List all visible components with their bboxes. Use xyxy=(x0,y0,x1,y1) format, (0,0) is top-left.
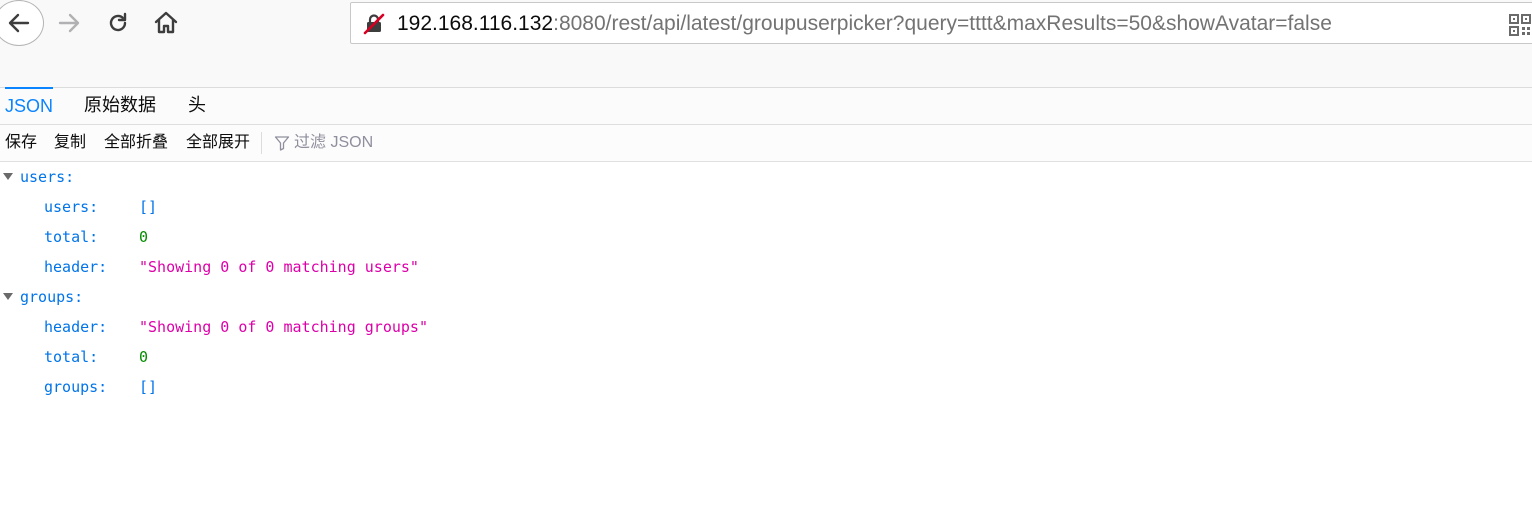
insecure-lock-icon[interactable] xyxy=(363,13,385,35)
url-text[interactable]: 192.168.116.132:8080/rest/api/latest/gro… xyxy=(397,11,1332,37)
json-value: 0 xyxy=(139,228,149,246)
json-key: groups: xyxy=(20,288,84,306)
url-bar[interactable]: 192.168.116.132:8080/rest/api/latest/gro… xyxy=(350,2,1532,44)
home-icon xyxy=(154,11,178,34)
forward-arrow-icon xyxy=(58,13,80,33)
tree-row-users-users[interactable]: users: [] xyxy=(0,192,1532,222)
json-key: groups: xyxy=(44,378,108,396)
tab-raw-data[interactable]: 原始数据 xyxy=(84,88,156,122)
tab-json[interactable]: JSON xyxy=(5,87,54,123)
tree-row-users-total[interactable]: total: 0 xyxy=(0,222,1532,252)
json-value: "Showing 0 of 0 matching users" xyxy=(139,258,419,276)
tab-headers[interactable]: 头 xyxy=(188,88,206,122)
reload-icon xyxy=(109,12,127,32)
toolbar-divider xyxy=(261,132,262,154)
json-toolbar: 保存 复制 全部折叠 全部展开 xyxy=(0,125,1532,162)
expand-toggle-icon[interactable] xyxy=(3,173,13,180)
reload-button[interactable] xyxy=(101,6,135,40)
json-key: total: xyxy=(44,228,99,246)
collapse-all-button[interactable]: 全部折叠 xyxy=(104,125,168,161)
json-value: 0 xyxy=(139,348,149,366)
tree-row-groups-header[interactable]: header: "Showing 0 of 0 matching groups" xyxy=(0,312,1532,342)
tree-row-users-header[interactable]: header: "Showing 0 of 0 matching users" xyxy=(0,252,1532,282)
back-arrow-icon xyxy=(8,13,30,33)
viewer-tabs: JSON 原始数据 头 xyxy=(0,87,1532,125)
home-button[interactable] xyxy=(149,6,183,40)
json-key: users: xyxy=(20,168,75,186)
expand-toggle-icon[interactable] xyxy=(3,293,13,300)
browser-toolbar: 192.168.116.132:8080/rest/api/latest/gro… xyxy=(0,0,1532,88)
tree-row-groups[interactable]: groups: xyxy=(0,282,1532,312)
json-value: [] xyxy=(139,378,158,396)
json-key: users: xyxy=(44,198,99,216)
url-path: :8080/rest/api/latest/groupuserpicker?qu… xyxy=(553,12,1332,35)
url-host: 192.168.116.132 xyxy=(397,12,554,35)
json-key: total: xyxy=(44,348,99,366)
tree-row-groups-groups[interactable]: groups: [] xyxy=(0,372,1532,402)
tree-row-groups-total[interactable]: total: 0 xyxy=(0,342,1532,372)
filter-json-input[interactable] xyxy=(294,125,494,161)
json-value: "Showing 0 of 0 matching groups" xyxy=(139,318,428,336)
forward-button[interactable] xyxy=(52,6,86,40)
copy-button[interactable]: 复制 xyxy=(54,125,86,161)
json-key: header: xyxy=(44,258,108,276)
back-button[interactable] xyxy=(0,0,44,46)
filter-icon xyxy=(274,136,290,151)
expand-all-button[interactable]: 全部展开 xyxy=(186,125,250,161)
json-value: [] xyxy=(139,198,158,216)
json-key: header: xyxy=(44,318,108,336)
qr-code-icon[interactable] xyxy=(1508,13,1532,37)
save-button[interactable]: 保存 xyxy=(5,125,37,161)
tree-row-users[interactable]: users: xyxy=(0,162,1532,192)
